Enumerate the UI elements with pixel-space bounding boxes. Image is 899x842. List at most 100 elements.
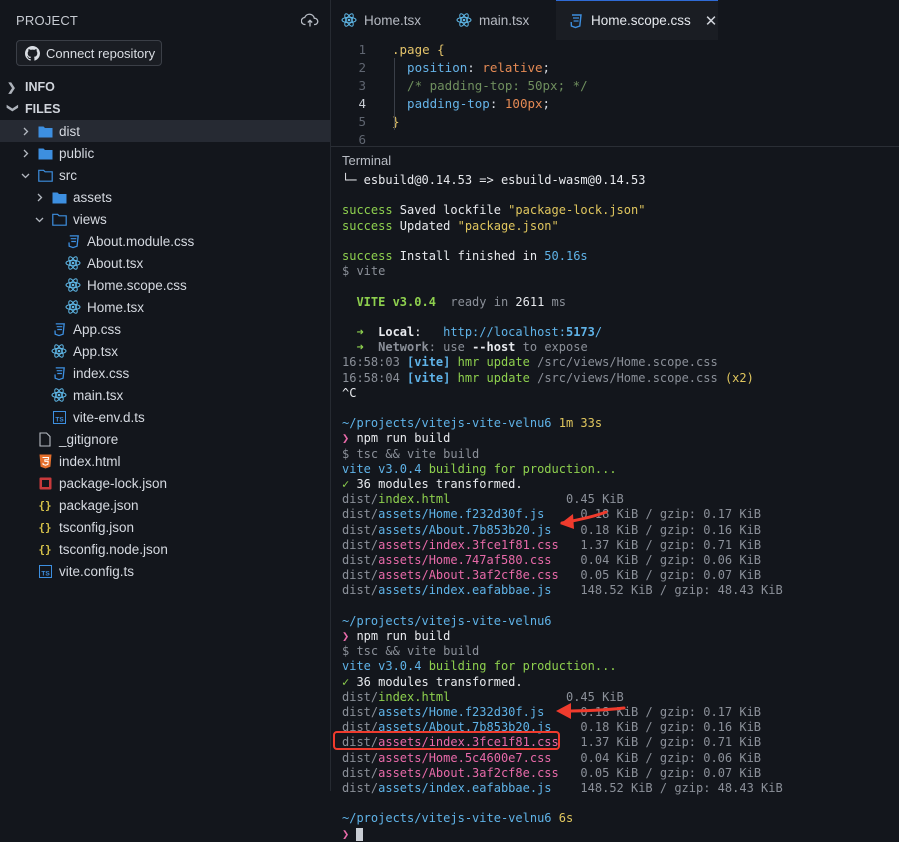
terminal-token: dist/ <box>342 765 379 780</box>
terminal-token: hmr update <box>450 355 538 370</box>
terminal-token: assets/About.3af2cf8e.css <box>378 568 559 583</box>
connect-repository-button[interactable]: Connect repository <box>16 40 162 66</box>
terminal-line: ➜ Local: http://localhost:5173/ <box>342 325 602 340</box>
terminal-line: vite v3.0.4 building for production... <box>342 462 617 477</box>
terminal-line: dist/index.html 0.45 KiB <box>342 492 624 507</box>
chevron-down-icon <box>33 214 45 225</box>
tree-item[interactable]: index.css <box>0 362 330 384</box>
tree-item[interactable]: dist <box>0 120 330 142</box>
code-token: /* padding-top: 50px; */ <box>392 77 588 93</box>
tab-label: Home.tsx <box>364 12 422 28</box>
terminal-token: success <box>342 218 393 233</box>
react-icon <box>51 387 67 403</box>
tab-home-tsx[interactable]: Home.tsx <box>331 0 444 40</box>
tree-item[interactable]: Home.tsx <box>0 296 330 318</box>
tree-item[interactable]: main.tsx <box>0 384 330 406</box>
terminal-line: dist/index.html 0.45 KiB <box>342 690 624 705</box>
tree-item[interactable]: About.module.css <box>0 230 330 252</box>
terminal-token: / <box>594 325 603 339</box>
tree-item[interactable]: package-lock.json <box>0 472 330 494</box>
svg-text:TS: TS <box>41 570 50 577</box>
terminal-token: building for production... <box>428 461 617 476</box>
tree-item[interactable]: Home.scope.css <box>0 274 330 296</box>
json-icon: {} <box>37 497 53 513</box>
code-editor[interactable]: 1 .page {2 position: relative; 3 /* paddin… <box>331 40 899 147</box>
tab-main-tsx[interactable]: main.tsx <box>444 0 556 40</box>
line-number: 4 <box>358 95 366 111</box>
terminal-token: 0.45 KiB <box>450 689 624 704</box>
terminal-line: ❯ npm run build <box>342 431 450 446</box>
tree-item[interactable]: TS vite.config.ts <box>0 560 330 582</box>
code-line: 3 /* padding-top: 50px; */ <box>331 76 899 94</box>
tree-item-label: App.css <box>73 321 122 337</box>
tree-item-label: vite.config.ts <box>59 563 135 579</box>
terminal-line: dist/assets/Home.f232d30f.js 0.18 KiB / … <box>342 705 761 720</box>
terminal-token: (x2) <box>724 370 754 385</box>
code-text: .page { <box>392 42 445 57</box>
terminal-token: 148.52 KiB / gzip: 48.43 KiB <box>551 781 783 795</box>
tree-item[interactable]: {} tsconfig.json <box>0 516 330 538</box>
terminal-line: ❯ npm run build <box>342 629 450 644</box>
tree-item[interactable]: TS vite-env.d.ts <box>0 406 330 428</box>
tree-item-label: tsconfig.json <box>59 519 135 535</box>
terminal-token: to expose <box>515 340 588 355</box>
terminal-token: Updated <box>392 218 458 233</box>
svg-text:TS: TS <box>55 416 64 423</box>
terminal-token: 0.18 KiB / gzip: 0.16 KiB <box>551 720 762 735</box>
terminal-token: 0.18 KiB / gzip: 0.16 KiB <box>551 522 762 537</box>
tree-item[interactable]: views <box>0 208 330 230</box>
section-info[interactable]: ❯ INFO <box>0 76 330 98</box>
chevron-right-icon <box>19 148 31 159</box>
line-number: 1 <box>358 41 366 57</box>
terminal-token: $ tsc && vite build <box>342 446 480 461</box>
tree-item[interactable]: About.tsx <box>0 252 330 274</box>
tree-item[interactable]: src <box>0 164 330 186</box>
section-files[interactable]: ❯ FILES <box>0 98 330 120</box>
terminal-token: ✓ <box>342 477 357 491</box>
json-icon: {} <box>37 541 53 557</box>
tab-home-scope-css[interactable]: Home.scope.css ✕ <box>556 0 718 40</box>
cloud-upload-icon[interactable] <box>301 11 319 29</box>
tree-item[interactable]: {} package.json <box>0 494 330 516</box>
chevron-down-icon <box>19 170 31 181</box>
json-icon: {} <box>37 519 53 535</box>
terminal-token: : use <box>428 340 473 355</box>
tree-item[interactable]: _gitignore <box>0 428 330 450</box>
close-icon[interactable]: ✕ <box>705 12 718 30</box>
terminal-token: 6s <box>558 811 574 826</box>
terminal-token: dist/ <box>342 568 379 583</box>
tree-item[interactable]: assets <box>0 186 330 208</box>
tree-item-label: _gitignore <box>59 431 119 447</box>
react-icon <box>65 255 81 271</box>
code-token: .page <box>392 41 438 57</box>
terminal-line: ✓ 36 modules transformed. <box>342 675 523 690</box>
tree-item[interactable]: index.html <box>0 450 330 472</box>
terminal-token: "package-lock.json" <box>508 203 646 218</box>
terminal-token: dist/ <box>342 735 379 750</box>
code-token: position <box>392 59 468 75</box>
terminal-line: dist/assets/index.3fce1f81.css 1.37 KiB … <box>342 538 761 553</box>
terminal-token: ➜ <box>342 340 379 355</box>
tree-item-label: views <box>73 211 107 227</box>
terminal-token: 0.04 KiB / gzip: 0.06 KiB <box>551 553 762 567</box>
tree-item-label: Home.scope.css <box>87 277 187 293</box>
terminal-token: index.html <box>378 492 451 507</box>
tree-item-label: index.html <box>59 453 121 469</box>
tree-item[interactable]: App.css <box>0 318 330 340</box>
terminal-panel[interactable]: Terminal └─ esbuild@0.14.53 => esbuild-w… <box>331 146 899 841</box>
terminal-token: assets/index.eafabbae.js <box>378 583 552 598</box>
terminal-line: dist/assets/index.eafabbae.js 148.52 KiB… <box>342 781 783 796</box>
terminal-token: assets/Home.747af580.css <box>378 553 552 567</box>
terminal-token: [vite] <box>407 355 451 370</box>
code-text: /* padding-top: 50px; */ <box>392 78 588 93</box>
tree-item[interactable]: public <box>0 142 330 164</box>
tree-item[interactable]: {} tsconfig.node.json <box>0 538 330 560</box>
editor-tabs: Home.tsx main.tsx Home.scope.css ✕ <box>331 0 899 41</box>
terminal-token: dist/ <box>342 705 379 719</box>
terminal-token: assets/About.7b853b20.js <box>378 720 552 735</box>
tab-label: Home.scope.css <box>591 13 691 28</box>
terminal-token: ~/projects/vitejs-vite-velnu6 <box>342 811 559 826</box>
chevron-right-icon: ❯ <box>7 81 17 94</box>
tree-item[interactable]: App.tsx <box>0 340 330 362</box>
line-number: 2 <box>358 59 366 75</box>
